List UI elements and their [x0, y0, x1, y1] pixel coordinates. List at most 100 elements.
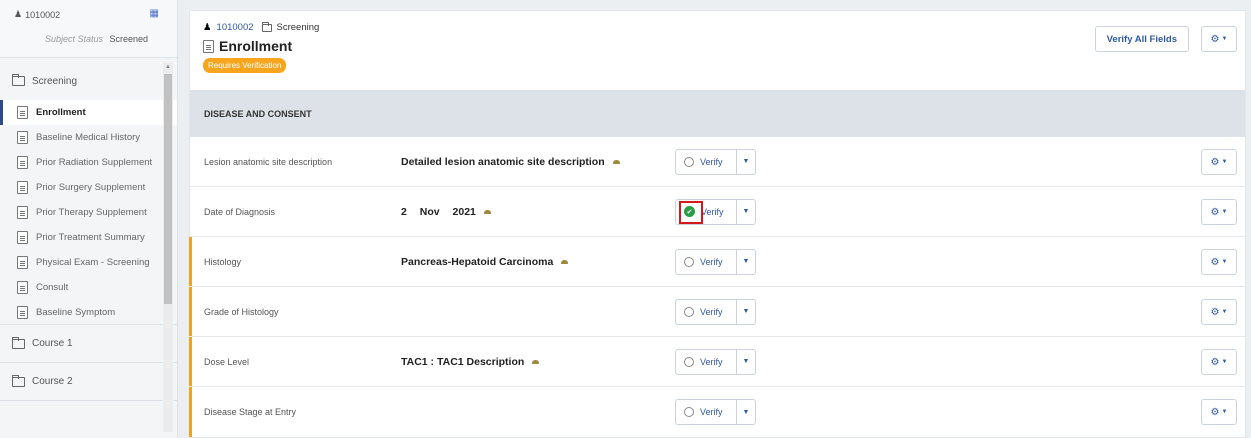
verify-button[interactable]: Verify [676, 400, 737, 424]
sidebar-item-consult[interactable]: Consult [0, 275, 177, 300]
field-settings-button[interactable]: ⚙ ▼ [1201, 399, 1237, 425]
sidebar-item-physical-exam-screening[interactable]: Physical Exam - Screening [0, 250, 177, 275]
user-icon: ♟ [203, 22, 212, 33]
circle-icon [684, 156, 694, 167]
verify-button[interactable]: Verify [676, 149, 737, 174]
circle-icon [684, 356, 694, 367]
gear-icon: ⚙ [1210, 306, 1220, 318]
gear-icon: ⚙ [1210, 356, 1220, 368]
form-settings-button[interactable]: ⚙ ▼ [1201, 26, 1237, 52]
document-icon [17, 156, 28, 169]
sidebar-group-course-2[interactable]: Course 2 [0, 363, 177, 401]
document-icon [17, 131, 28, 144]
caret-down-icon: ▼ [742, 308, 750, 315]
main-panel: ♟ 1010002 Screening Enrollment Requires … [189, 10, 1246, 438]
sidebar-item-prior-treatment-summary[interactable]: Prior Treatment Summary [0, 225, 177, 250]
grid-icon[interactable]: ▦ [150, 8, 159, 19]
document-icon [17, 256, 28, 269]
section-header: DISEASE AND CONSENT [190, 90, 1245, 137]
comment-icon[interactable] [483, 209, 491, 214]
verify-split-button: ✔ Verify ▼ [675, 198, 756, 225]
comment-icon[interactable] [561, 259, 569, 264]
verify-button[interactable]: Verify [676, 249, 737, 274]
form-header: ♟ 1010002 Screening Enrollment Requires … [190, 11, 1245, 90]
document-icon [17, 231, 28, 244]
field-row-dose-level: Dose Level TAC1 : TAC1 Description Verif… [189, 337, 1245, 387]
field-value: 2 Nov 2021 [401, 206, 491, 218]
caret-down-icon: ▼ [742, 158, 750, 165]
document-icon [17, 281, 28, 294]
comment-icon[interactable] [532, 359, 540, 364]
caret-down-icon: ▼ [1221, 309, 1228, 315]
caret-down-icon: ▼ [1221, 209, 1228, 215]
caret-down-icon: ▼ [742, 208, 750, 215]
sidebar-item-prior-radiation-supplement[interactable]: Prior Radiation Supplement [0, 150, 177, 175]
folder-icon [261, 21, 272, 32]
field-row-histology: Histology Pancreas-Hepatoid Carcinoma Ve… [189, 237, 1245, 287]
status-badge: Requires Verification [203, 58, 287, 73]
verify-split-button: Verify ▼ [675, 248, 756, 275]
field-settings-button[interactable]: ⚙ ▼ [1201, 199, 1237, 225]
verify-dropdown-toggle[interactable]: ▼ [737, 350, 755, 374]
scroll-up-icon[interactable]: ▲ [163, 62, 173, 72]
field-settings-button[interactable]: ⚙ ▼ [1201, 249, 1237, 275]
field-row-lesion-site: Lesion anatomic site description Detaile… [190, 137, 1245, 187]
subject-header: ♟ 1010002 ▦ Subject Status Screened [0, 0, 177, 58]
field-label: Histology [204, 256, 242, 267]
verify-button[interactable]: ✔ Verify [676, 199, 737, 224]
field-settings-button[interactable]: ⚙ ▼ [1201, 349, 1237, 375]
sidebar-scrollbar[interactable]: ▲ [163, 62, 173, 432]
gear-icon: ⚙ [1210, 206, 1220, 218]
sidebar-item-enrollment[interactable]: Enrollment [0, 100, 177, 125]
breadcrumb-section[interactable]: Screening [277, 22, 320, 33]
breadcrumb-subject[interactable]: 1010002 [217, 22, 254, 33]
folder-icon [12, 336, 25, 349]
field-settings-button[interactable]: ⚙ ▼ [1201, 149, 1237, 175]
breadcrumb: ♟ 1010002 Screening [203, 21, 1245, 33]
comment-icon[interactable] [612, 159, 620, 164]
circle-icon [684, 256, 694, 267]
field-label: Grade of Histology [204, 306, 279, 317]
verify-dropdown-toggle[interactable]: ▼ [737, 200, 755, 224]
field-value: Detailed lesion anatomic site descriptio… [401, 156, 620, 168]
verify-split-button: Verify ▼ [675, 148, 756, 175]
gear-icon: ⚙ [1210, 33, 1220, 45]
sidebar-group-screening[interactable]: Screening [0, 62, 177, 100]
field-settings-button[interactable]: ⚙ ▼ [1201, 299, 1237, 325]
caret-down-icon: ▼ [742, 258, 750, 265]
sidebar-item-prior-therapy-supplement[interactable]: Prior Therapy Supplement [0, 200, 177, 225]
caret-down-icon: ▼ [1221, 159, 1228, 165]
sidebar-group-course-1[interactable]: Course 1 [0, 325, 177, 363]
folder-open-icon [12, 74, 25, 86]
field-row-date-of-diagnosis: Date of Diagnosis 2 Nov 2021 ✔ Verify ▼ … [190, 187, 1245, 237]
sidebar: ♟ 1010002 ▦ Subject Status Screened Scre… [0, 0, 178, 438]
field-value: Pancreas-Hepatoid Carcinoma [401, 256, 569, 268]
subject-id[interactable]: ♟ 1010002 [14, 9, 169, 20]
verify-split-button: Verify ▼ [675, 348, 756, 375]
sidebar-item-baseline-symptom[interactable]: Baseline Symptom [0, 300, 177, 325]
verify-split-button: Verify ▼ [675, 399, 756, 425]
sidebar-item-baseline-medical-history[interactable]: Baseline Medical History [0, 125, 177, 150]
verify-dropdown-toggle[interactable]: ▼ [737, 150, 755, 174]
sidebar-item-prior-surgery-supplement[interactable]: Prior Surgery Supplement [0, 175, 177, 200]
verify-dropdown-toggle[interactable]: ▼ [737, 400, 755, 424]
page-title: Enrollment [203, 38, 1245, 54]
caret-down-icon: ▼ [742, 408, 750, 416]
field-value: TAC1 : TAC1 Description [401, 356, 540, 368]
document-icon [17, 106, 28, 119]
verify-button[interactable]: Verify [676, 299, 737, 324]
highlight-box [679, 200, 703, 224]
document-icon [17, 305, 28, 319]
scrollbar-thumb[interactable] [164, 74, 172, 304]
verify-button[interactable]: Verify [676, 349, 737, 374]
field-label: Dose Level [204, 356, 250, 367]
gear-icon: ⚙ [1210, 256, 1220, 268]
verify-all-fields-button[interactable]: Verify All Fields [1094, 26, 1189, 52]
document-icon [203, 39, 214, 53]
field-label: Date of Diagnosis [204, 206, 276, 217]
document-icon [17, 206, 28, 219]
caret-down-icon: ▼ [742, 358, 750, 365]
verify-dropdown-toggle[interactable]: ▼ [737, 250, 755, 274]
verify-dropdown-toggle[interactable]: ▼ [737, 300, 755, 324]
field-row-disease-stage: Disease Stage at Entry Verify ▼ ⚙ ▼ [189, 387, 1245, 437]
